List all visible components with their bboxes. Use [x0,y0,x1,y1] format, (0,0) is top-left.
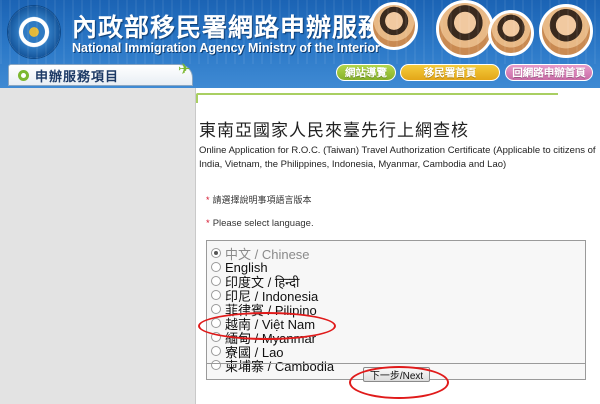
circle-bullet-icon [18,70,29,81]
main-content: 東南亞國家人民來臺先行上網查核 Online Application for R… [196,88,600,404]
site-map-link[interactable]: 網站導覽 [336,64,396,81]
person-photo [370,2,418,50]
radio-button[interactable] [211,276,221,286]
next-button[interactable]: 下一步/Next [363,367,430,382]
apply-home-link[interactable]: 回網路申辦首頁 [505,64,593,81]
language-prompt-en: * Please select language. [206,218,314,229]
page-subtitle: Online Application for R.O.C. (Taiwan) T… [199,145,596,170]
person-photo [539,4,593,58]
radio-button[interactable] [211,248,221,258]
nia-home-link[interactable]: 移民署首頁 [400,64,500,81]
site-header: 內政部移民署網路申辦服務 National Immigration Agency… [0,0,600,88]
radio-button[interactable] [211,262,221,272]
button-row: 下一步/Next [207,363,585,382]
left-sidebar [0,88,196,404]
language-prompt-en-text: Please select language. [212,218,314,229]
required-mark: * [206,195,210,205]
service-items-label: 申辦服務項目 [35,69,120,85]
bird-icon: ✈ [178,60,191,78]
radio-button[interactable] [211,290,221,300]
radio-button[interactable] [211,318,221,328]
radio-button[interactable] [211,346,221,356]
nav-bar: 申辦服務項目 ✈ 網站導覽 移民署首頁 回網路申辦首頁 [0,60,600,88]
header-photo-collage [332,0,600,62]
required-mark: * [206,218,210,229]
page-title: 東南亞國家人民來臺先行上網查核 [199,121,469,141]
language-prompt-zh: * 請選擇說明事項語言版本 [206,193,312,206]
person-photo [436,0,494,58]
language-prompt-zh-text: 請選擇說明事項語言版本 [212,195,312,205]
radio-button[interactable] [211,332,221,342]
content-frame-border [196,93,558,103]
service-items-tab[interactable]: 申辦服務項目 [8,64,193,86]
person-photo [488,10,534,56]
language-selection-box: 中文 / Chinese English 印度文 / हिन्दी 印尼 / I… [206,240,586,382]
agency-emblem-icon [8,6,60,58]
language-option-chinese[interactable]: 中文 / Chinese [211,246,310,262]
radio-button[interactable] [211,304,221,314]
